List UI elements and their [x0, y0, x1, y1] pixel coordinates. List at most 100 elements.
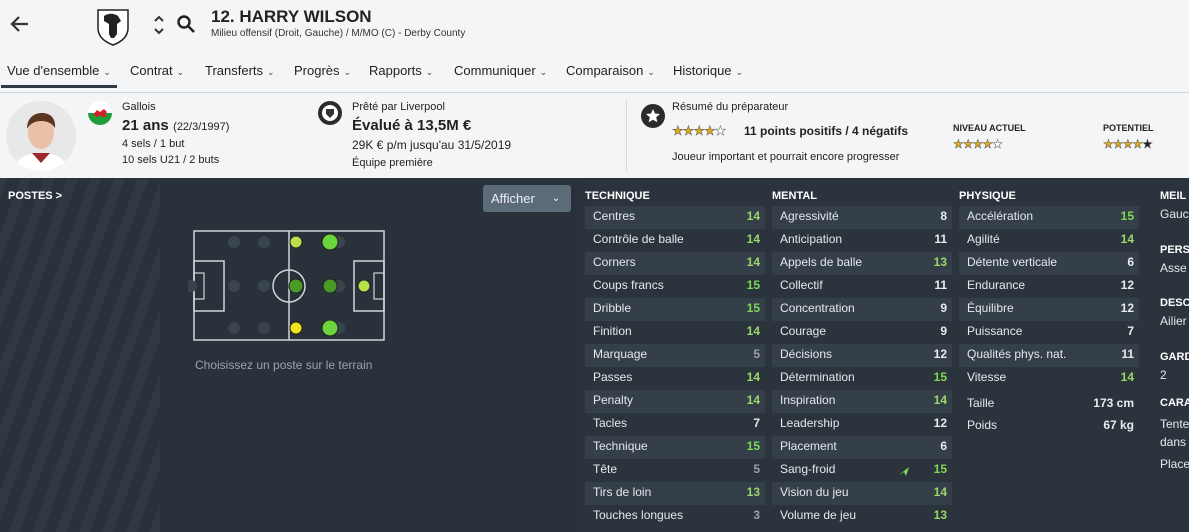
attribute-value: 5 [753, 462, 760, 476]
positions-title[interactable]: POSTES > [8, 190, 62, 202]
tab-progress[interactable]: Progrès ⌄ [294, 63, 351, 78]
attribute-name: Appels de balle [780, 255, 863, 269]
attribute-row[interactable]: Détente verticale 6 [959, 252, 1139, 275]
loan-text: Prêté par Liverpool [352, 101, 445, 113]
attribute-name: Puissance [967, 324, 1023, 338]
attribute-row[interactable]: Technique 15 [585, 436, 765, 459]
attribute-name: Agressivité [780, 209, 839, 223]
attribute-row[interactable]: Coups francs 15 [585, 275, 765, 298]
attribute-row[interactable]: Agilité 14 [959, 229, 1139, 252]
attribute-row[interactable]: Accélération 15 [959, 206, 1139, 229]
attribute-name: Qualités phys. nat. [967, 347, 1067, 361]
attribute-name: Collectif [780, 278, 823, 292]
attribute-row[interactable]: Centres 14 [585, 206, 765, 229]
tab-contract[interactable]: Contrat ⌄ [130, 63, 184, 78]
attribute-value: 15 [933, 370, 947, 384]
attribute-value: 15 [746, 301, 760, 315]
chevron-down-icon: ⌄ [343, 67, 352, 77]
attribute-row[interactable]: Concentration 9 [772, 298, 952, 321]
tab-overview[interactable]: Vue d'ensemble ⌄ [1, 63, 117, 88]
attribute-name: Centres [593, 209, 636, 223]
attribute-name: Finition [593, 324, 632, 338]
player-role: Milieu offensif (Droit, Gauche) / M/MO (… [211, 28, 466, 39]
attribute-row[interactable]: Dribble 15 [585, 298, 765, 321]
chevron-down-icon: ⌄ [551, 193, 561, 204]
attribute-row[interactable]: Placement 6 [772, 436, 952, 459]
attribute-row[interactable]: Touches longues 3 [585, 505, 765, 528]
attribute-row[interactable]: Corners 14 [585, 252, 765, 275]
chevron-down-icon: ⌄ [425, 67, 434, 77]
attribute-row[interactable]: Finition 14 [585, 321, 765, 344]
attribute-row[interactable]: Collectif 11 [772, 275, 952, 298]
back-arrow-icon[interactable] [8, 12, 32, 36]
show-dropdown-label: Afficher [491, 191, 535, 206]
tab-communicate[interactable]: Communiquer ⌄ [454, 63, 547, 78]
prev-next-player-icon[interactable] [152, 12, 166, 38]
show-dropdown[interactable]: Afficher ⌄ [483, 185, 571, 212]
attribute-row[interactable]: Appels de balle 13 [772, 252, 952, 275]
attribute-value: 13 [933, 508, 947, 522]
attribute-value: 11 [1121, 347, 1134, 361]
attribute-row[interactable]: Sang-froid 15 [772, 459, 952, 482]
attribute-row[interactable]: Vision du jeu 14 [772, 482, 952, 505]
attribute-row[interactable]: Équilibre 12 [959, 298, 1139, 321]
attribute-row[interactable]: Inspiration 14 [772, 390, 952, 413]
attribute-row[interactable]: Passes 14 [585, 367, 765, 390]
attribute-row[interactable]: Vitesse 14 [959, 367, 1139, 390]
pitch-diagram[interactable] [188, 228, 393, 346]
tab-history[interactable]: Historique ⌄ [673, 63, 743, 78]
attribute-row[interactable]: Tête 5 [585, 459, 765, 482]
attribute-row[interactable]: Leadership 12 [772, 413, 952, 436]
attribute-row[interactable]: Tirs de loin 13 [585, 482, 765, 505]
panel-decoration [0, 178, 160, 532]
attribute-value: 8 [940, 209, 947, 223]
attribute-value: 6 [1127, 255, 1134, 269]
tab-reports[interactable]: Rapports ⌄ [369, 63, 433, 78]
current-ability-label: NIVEAU ACTUEL [953, 123, 1026, 133]
weight-value: 67 kg [1103, 418, 1134, 432]
attribute-value: 14 [746, 232, 760, 246]
search-icon[interactable] [176, 14, 196, 34]
attribute-row[interactable]: Agressivité 8 [772, 206, 952, 229]
attribute-row[interactable]: Tacles 7 [585, 413, 765, 436]
attribute-name: Technique [593, 439, 648, 453]
tab-comparison[interactable]: Comparaison ⌄ [566, 63, 655, 78]
attribute-value: 9 [940, 301, 947, 315]
attribute-row[interactable]: Courage 9 [772, 321, 952, 344]
attribute-value: 7 [753, 416, 760, 430]
attribute-row[interactable]: Décisions 12 [772, 344, 952, 367]
attribute-value: 14 [933, 393, 947, 407]
attribute-name: Accélération [967, 209, 1034, 223]
attribute-value: 13 [933, 255, 947, 269]
potential-ability-label: POTENTIEL [1103, 123, 1154, 133]
attribute-row[interactable]: Qualités phys. nat. 11 [959, 344, 1139, 367]
attribute-name: Détermination [780, 370, 855, 384]
chevron-down-icon: ⌄ [735, 67, 744, 77]
attribute-name: Vitesse [967, 370, 1007, 384]
tab-transfers[interactable]: Transferts ⌄ [205, 63, 275, 78]
attribute-row[interactable]: Anticipation 11 [772, 229, 952, 252]
attribute-name: Penalty [593, 393, 634, 407]
age-line: 21 ans (22/3/1997) [122, 117, 229, 135]
coach-summary[interactable]: 11 points positifs / 4 négatifs [744, 124, 908, 138]
technique-title: TECHNIQUE [585, 190, 650, 202]
attribute-row[interactable]: Contrôle de balle 14 [585, 229, 765, 252]
attribute-name: Touches longues [593, 508, 684, 522]
attribute-row[interactable]: Penalty 14 [585, 390, 765, 413]
player-photo [6, 101, 76, 171]
attribute-name: Courage [780, 324, 827, 338]
attribute-name: Tête [593, 462, 618, 476]
potential-ability-stars: ★★★★★ [1103, 137, 1153, 152]
attributes-panel: TECHNIQUE MENTAL PHYSIQUE Centres 14 Contr… [578, 178, 1189, 532]
attribute-row[interactable]: Endurance 12 [959, 275, 1139, 298]
attribute-row[interactable]: Marquage 5 [585, 344, 765, 367]
attribute-row[interactable]: Volume de jeu 13 [772, 505, 952, 528]
attribute-value: 12 [933, 416, 947, 430]
club-crest-icon[interactable] [94, 6, 132, 46]
attribute-row[interactable]: Détermination 15 [772, 367, 952, 390]
attribute-value: 5 [753, 347, 760, 361]
attribute-value: 15 [933, 462, 947, 476]
current-ability-stars: ★★★★★ [953, 137, 1003, 152]
attribute-name: Passes [593, 370, 633, 384]
attribute-row[interactable]: Puissance 7 [959, 321, 1139, 344]
